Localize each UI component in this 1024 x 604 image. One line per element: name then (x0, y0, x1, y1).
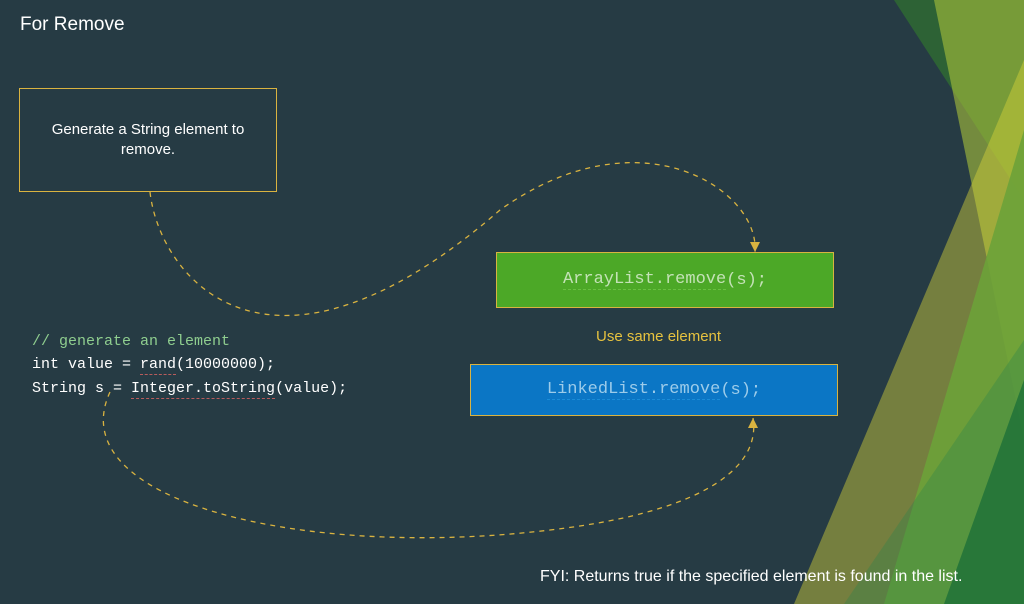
arraylist-api-rest: (s); (726, 271, 767, 290)
fyi-note: FYI: Returns true if the specified eleme… (540, 568, 962, 586)
arraylist-api-name: ArrayList.remove (563, 270, 726, 290)
code-line2-post: (10000000); (176, 356, 275, 373)
linkedlist-remove-box: LinkedList.remove(s); (470, 364, 838, 416)
use-same-element-label: Use same element (596, 328, 721, 345)
generate-element-box: Generate a String element to remove. (19, 88, 277, 192)
linkedlist-api-rest: (s); (720, 381, 761, 400)
arraylist-remove-box: ArrayList.remove(s); (496, 252, 834, 308)
linkedlist-api-name: LinkedList.remove (547, 380, 720, 400)
code-comment: // generate an element (32, 333, 230, 350)
generate-element-text: Generate a String element to remove. (40, 120, 256, 161)
code-line3-fn: Integer.toString (131, 380, 275, 399)
code-line2-fn: rand (140, 356, 176, 375)
code-line2-pre: int value = (32, 356, 140, 373)
code-block: // generate an element int value = rand(… (32, 330, 347, 400)
code-line3-pre: String s = (32, 380, 131, 397)
slide-title: For Remove (20, 14, 125, 36)
code-line3-post: (value); (275, 380, 347, 397)
